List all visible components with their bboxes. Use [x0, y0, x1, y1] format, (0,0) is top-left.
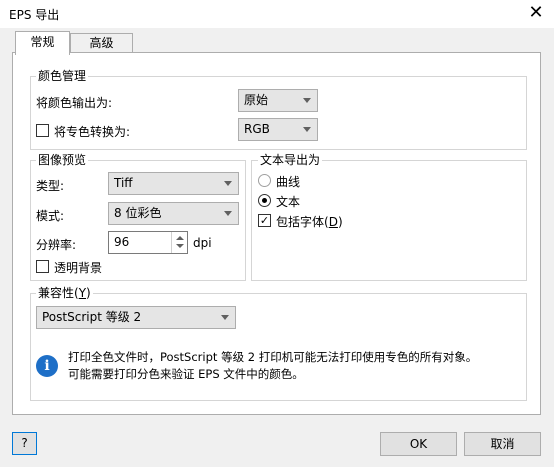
close-icon[interactable]: ✕ — [524, 2, 548, 24]
tab-panel-general: 颜色管理 将颜色输出为: 原始 将专色转换为: RGB 图像预览 类型: Tif… — [12, 52, 541, 415]
output-color-select[interactable]: 原始 — [238, 89, 318, 112]
text-label: 文本 — [276, 195, 301, 209]
convert-spot-checkbox[interactable] — [36, 124, 49, 137]
convert-spot-label: 将专色转换为: — [54, 125, 131, 139]
chevron-down-icon — [303, 127, 311, 132]
chevron-down-icon — [224, 211, 232, 216]
transparent-bg-label: 透明背景 — [54, 261, 103, 275]
chevron-up-icon[interactable] — [176, 236, 184, 240]
curves-label: 曲线 — [276, 175, 301, 189]
image-preview-legend: 图像预览 — [36, 153, 89, 167]
output-color-value: 原始 — [244, 93, 269, 107]
include-fonts-label: 包括字体(D) — [276, 215, 343, 229]
text-export-legend: 文本导出为 — [258, 153, 323, 167]
color-management-legend: 颜色管理 — [36, 69, 89, 83]
compatibility-info-line1: 打印全色文件时，PostScript 等级 2 打印机可能无法打印使用专色的所有… — [68, 350, 478, 364]
output-color-label: 将颜色输出为: — [36, 96, 113, 110]
chevron-down-icon — [224, 181, 232, 186]
preview-type-select[interactable]: Tiff — [108, 172, 239, 195]
compatibility-legend: 兼容性(Y) — [36, 286, 93, 300]
tab-general[interactable]: 常规 — [15, 31, 70, 55]
transparent-bg-checkbox[interactable] — [36, 260, 49, 273]
info-icon: i — [36, 355, 58, 377]
title-bar: EPS 导出 ✕ — [0, 0, 554, 28]
compatibility-value: PostScript 等级 2 — [42, 310, 142, 324]
chevron-down-icon[interactable] — [176, 244, 184, 248]
chevron-down-icon — [221, 315, 229, 320]
preview-mode-value: 8 位彩色 — [114, 206, 162, 220]
resolution-value: 96 — [114, 235, 130, 249]
resolution-label: 分辨率: — [36, 238, 77, 252]
help-button[interactable]: ? — [12, 432, 37, 455]
include-fonts-checkbox[interactable]: ✓ — [258, 214, 271, 227]
convert-spot-value: RGB — [244, 122, 270, 136]
resolution-unit: dpi — [193, 236, 212, 250]
tab-advanced[interactable]: 高级 — [70, 33, 133, 53]
chevron-down-icon — [303, 98, 311, 103]
cancel-button[interactable]: 取消 — [464, 432, 541, 456]
preview-mode-select[interactable]: 8 位彩色 — [108, 202, 239, 225]
convert-spot-select[interactable]: RGB — [238, 118, 318, 141]
preview-type-label: 类型: — [36, 179, 65, 193]
ok-button[interactable]: OK — [380, 432, 457, 456]
preview-type-value: Tiff — [114, 176, 133, 190]
compatibility-info-line2: 可能需要打印分色来验证 EPS 文件中的颜色。 — [68, 367, 304, 381]
window-title: EPS 导出 — [9, 8, 60, 22]
text-radio[interactable] — [258, 194, 271, 207]
preview-mode-label: 模式: — [36, 209, 65, 223]
resolution-spin-buttons[interactable] — [171, 232, 187, 253]
resolution-stepper[interactable]: 96 — [108, 231, 188, 254]
curves-radio[interactable] — [258, 174, 271, 187]
compatibility-select[interactable]: PostScript 等级 2 — [36, 306, 236, 329]
